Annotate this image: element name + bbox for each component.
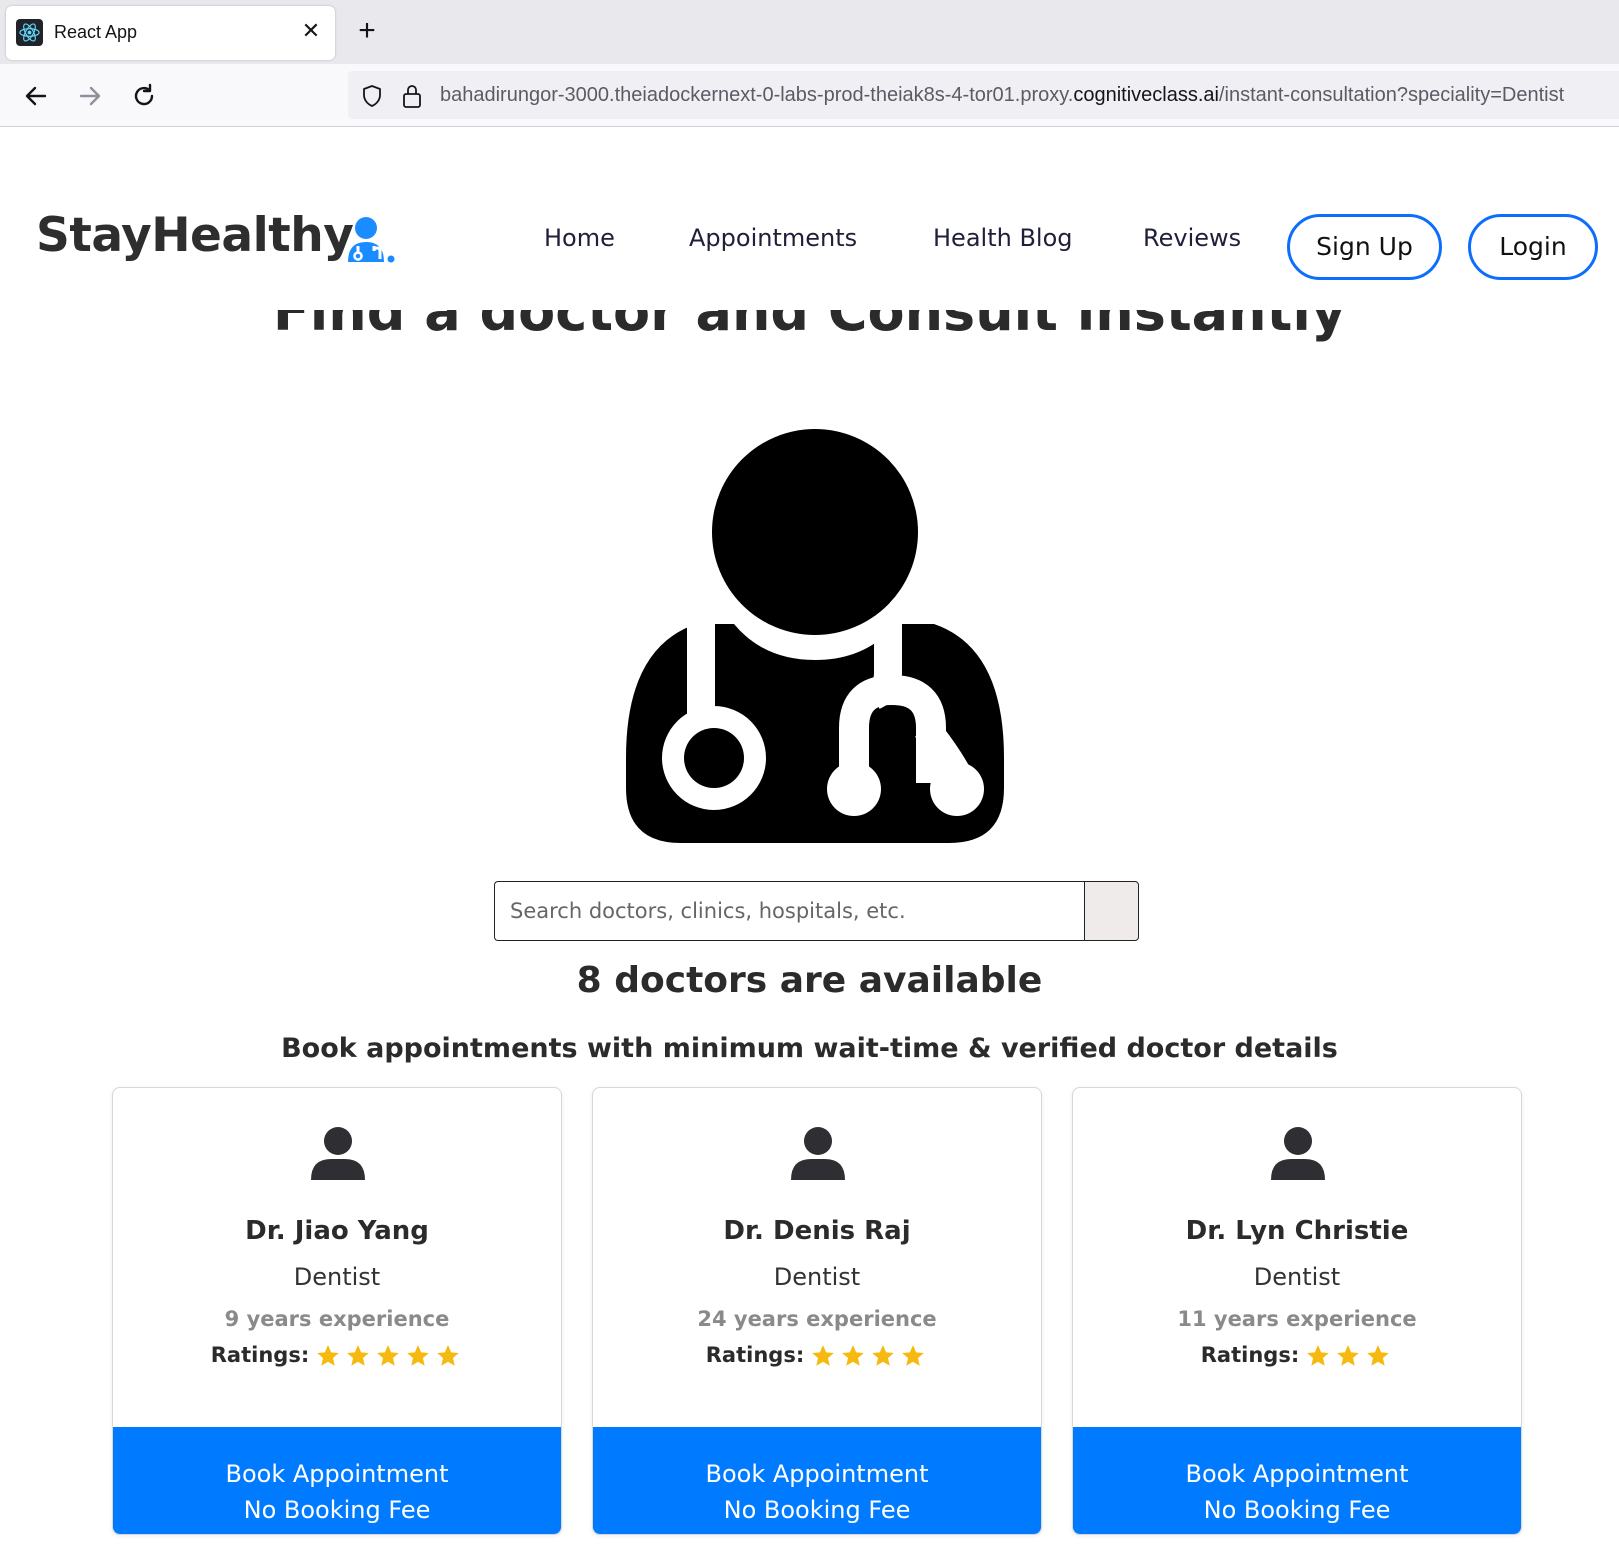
doctor-experience: 24 years experience [697, 1307, 937, 1331]
doctor-experience: 11 years experience [1177, 1307, 1417, 1331]
doctor-stethoscope-icon [626, 418, 1004, 847]
lock-icon[interactable] [400, 83, 424, 113]
ratings-label: Ratings: [210, 1343, 310, 1367]
doctor-card: Dr. Lyn Christie Dentist 11 years experi… [1072, 1087, 1522, 1535]
doctor-logo-icon [344, 216, 396, 270]
browser-toolbar: bahadirungor-3000.theiadockernext-0-labs… [0, 64, 1619, 127]
rating-stars [808, 1343, 928, 1369]
sign-up-button[interactable]: Sign Up [1287, 214, 1442, 280]
shield-icon[interactable] [360, 84, 384, 112]
doctor-speciality: Dentist [293, 1263, 381, 1291]
star-icon [437, 1345, 460, 1366]
doctor-rating: Ratings: [113, 1343, 561, 1369]
forward-arrow-icon[interactable] [72, 78, 108, 114]
book-appointment-button[interactable]: Book Appointment No Booking Fee [113, 1427, 561, 1534]
doctor-rating: Ratings: [593, 1343, 1041, 1369]
star-icon [1367, 1345, 1390, 1366]
user-icon [791, 1126, 845, 1184]
book-appointment-button[interactable]: Book Appointment No Booking Fee [593, 1427, 1041, 1534]
star-icon [902, 1345, 925, 1366]
hero-title: Find a doctor and Consult instantly [272, 310, 1347, 343]
doctor-name: Dr. Jiao Yang [245, 1216, 429, 1246]
star-icon [812, 1345, 835, 1366]
url-text[interactable]: bahadirungor-3000.theiadockernext-0-labs… [440, 84, 1564, 107]
browser-tab-bar: React App ✕ + [0, 0, 1619, 64]
doctor-card: Dr. Denis Raj Dentist 24 years experienc… [592, 1087, 1042, 1535]
rating-stars [313, 1343, 463, 1369]
nav-home[interactable]: Home [544, 224, 615, 252]
star-icon [317, 1345, 340, 1366]
user-icon [311, 1126, 365, 1184]
star-icon [1307, 1345, 1330, 1366]
doctor-name: Dr. Denis Raj [723, 1216, 911, 1246]
results-subtitle: Book appointments with minimum wait-time… [281, 1033, 1338, 1064]
doctor-rating: Ratings: [1073, 1343, 1521, 1369]
browser-tab[interactable]: React App ✕ [6, 6, 335, 60]
doctor-speciality: Dentist [1253, 1263, 1341, 1291]
doctor-speciality: Dentist [773, 1263, 861, 1291]
ratings-label: Ratings: [1200, 1343, 1300, 1367]
available-count: 8 doctors are available [576, 960, 1043, 1001]
tab-title: React App [54, 22, 138, 42]
nav-appointments[interactable]: Appointments [689, 224, 857, 252]
doctor-experience: 9 years experience [224, 1307, 450, 1331]
reload-icon[interactable] [126, 78, 162, 114]
ratings-label: Ratings: [705, 1343, 805, 1367]
react-logo-icon [16, 19, 43, 46]
nav-health-blog[interactable]: Health Blog [933, 224, 1073, 252]
star-icon [842, 1345, 865, 1366]
star-icon [377, 1345, 400, 1366]
search-bar [494, 881, 1139, 941]
star-icon [1337, 1345, 1360, 1366]
search-input[interactable] [494, 881, 1084, 941]
logo-text[interactable]: StayHealthy [36, 208, 354, 263]
rating-stars [1303, 1343, 1393, 1369]
star-icon [407, 1345, 430, 1366]
nav-reviews[interactable]: Reviews [1143, 224, 1241, 252]
search-button[interactable] [1084, 881, 1139, 941]
login-button[interactable]: Login [1468, 214, 1598, 280]
book-appointment-button[interactable]: Book Appointment No Booking Fee [1073, 1427, 1521, 1534]
close-tab-icon[interactable]: ✕ [298, 19, 324, 45]
star-icon [872, 1345, 895, 1366]
address-bar[interactable]: bahadirungor-3000.theiadockernext-0-labs… [348, 71, 1619, 119]
star-icon [347, 1345, 370, 1366]
user-icon [1271, 1126, 1325, 1184]
new-tab-icon[interactable]: + [352, 16, 382, 46]
back-arrow-icon[interactable] [18, 78, 54, 114]
doctor-name: Dr. Lyn Christie [1185, 1216, 1409, 1246]
doctor-card: Dr. Jiao Yang Dentist 9 years experience… [112, 1087, 562, 1535]
hero-title-container: Find a doctor and Consult instantly [0, 310, 1619, 368]
